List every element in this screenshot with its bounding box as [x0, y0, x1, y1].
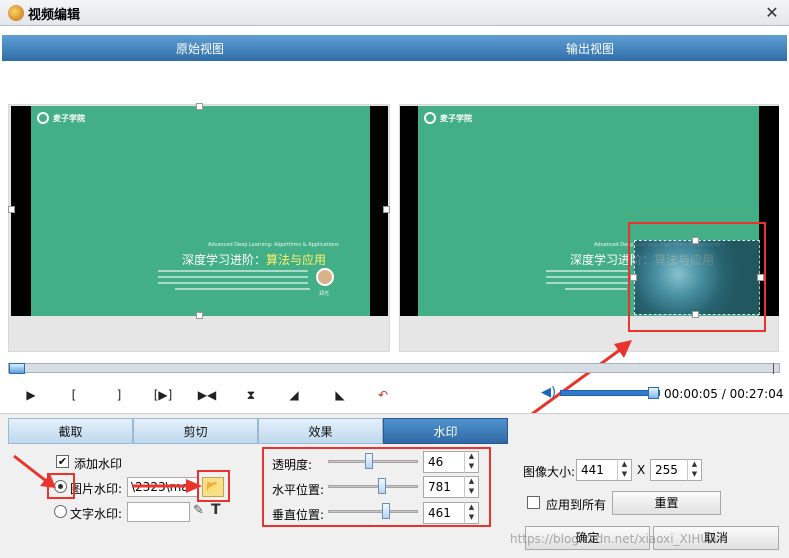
- font-icon[interactable]: T: [211, 502, 225, 520]
- slide-text-line: [546, 270, 628, 272]
- slide-text-line: [175, 288, 310, 290]
- slide-text-line: [158, 276, 308, 278]
- slide-logo-text: 麦子学院: [440, 114, 472, 123]
- window-title: 视频编辑: [28, 8, 81, 23]
- timeline-track[interactable]: [8, 363, 780, 373]
- tab-effects[interactable]: 效果: [258, 418, 383, 444]
- add-watermark-label: 添加水印: [74, 457, 123, 471]
- highlight-watermark-box: [628, 222, 766, 332]
- tab-watermark[interactable]: 水印: [383, 418, 508, 444]
- apply-all-checkbox[interactable]: [527, 496, 540, 509]
- presenter-avatar: [316, 268, 334, 286]
- slide-logo-icon: [37, 112, 49, 124]
- prev-frame-button[interactable]: ▶◀: [196, 384, 218, 406]
- close-button[interactable]: ✕: [762, 3, 782, 23]
- play-selection-button[interactable]: [▶]: [152, 384, 174, 406]
- slide-text-line: [158, 270, 308, 272]
- app-icon: [8, 5, 24, 21]
- rotate-right-button[interactable]: ◣: [329, 384, 351, 406]
- volume-icon[interactable]: ◀): [541, 385, 557, 401]
- tab-trim[interactable]: 截取: [8, 418, 133, 444]
- view-header: [2, 35, 787, 61]
- annotation-arrow: [13, 454, 56, 488]
- slide-logo-text: 麦子学院: [53, 114, 85, 123]
- play-button[interactable]: ▶: [20, 384, 42, 406]
- tab-cut[interactable]: 剪切: [133, 418, 258, 444]
- slide-text-line: [546, 276, 628, 278]
- apply-all-label: 应用到所有: [546, 498, 607, 512]
- crop-handle[interactable]: [196, 312, 203, 319]
- slide-text-line: [546, 282, 628, 284]
- slide-subtitle: Advanced Deep Learning: Algorithms & App…: [208, 242, 339, 248]
- mark-out-button[interactable]: ]: [108, 384, 130, 406]
- timeline-end-marker[interactable]: [773, 363, 781, 374]
- presenter-name: 郑光: [319, 291, 330, 297]
- image-watermark-label: 图片水印:: [70, 482, 123, 496]
- slide-logo-icon: [424, 112, 436, 124]
- slide-text-line: [565, 288, 627, 290]
- volume-slider[interactable]: [560, 390, 660, 396]
- time-readout: 00:00:05 / 00:27:04: [664, 387, 784, 401]
- slide-title: 深度学习进阶：算法与应用: [182, 253, 327, 267]
- crop-handle[interactable]: [8, 206, 15, 213]
- output-view-label: 输出视图: [565, 42, 614, 56]
- image-height-spin-arrows[interactable]: ▲ ▼: [687, 459, 701, 481]
- text-watermark-label: 文字水印:: [70, 507, 123, 521]
- image-size-label: 图像大小:: [523, 465, 576, 479]
- crop-handle[interactable]: [196, 103, 203, 110]
- mark-in-button[interactable]: [: [63, 384, 85, 406]
- reset-button[interactable]: 重置: [612, 491, 721, 515]
- original-view-label: 原始视图: [175, 42, 224, 56]
- slide-text-line: [158, 282, 308, 284]
- image-width-spin-arrows[interactable]: ▲ ▼: [617, 459, 631, 481]
- split-button[interactable]: ⧗: [240, 384, 262, 406]
- annotation-arrow: [132, 479, 202, 493]
- text-watermark-input[interactable]: [127, 502, 190, 522]
- crop-handle[interactable]: [383, 206, 390, 213]
- text-watermark-radio[interactable]: [54, 505, 67, 518]
- site-watermark: https://blog.csdn.net/xiaoxi_XIHUA: [510, 532, 718, 546]
- title-bar: [0, 0, 789, 26]
- timeline-start-marker[interactable]: [9, 363, 25, 374]
- pen-icon[interactable]: ✎: [193, 503, 207, 521]
- volume-thumb[interactable]: [648, 387, 659, 399]
- highlight-sliders: [262, 447, 491, 527]
- size-separator: X: [637, 463, 646, 477]
- rotate-left-button[interactable]: ◢: [283, 384, 305, 406]
- output-letterbox-left: [400, 106, 418, 316]
- undo-button[interactable]: ↶: [372, 384, 394, 406]
